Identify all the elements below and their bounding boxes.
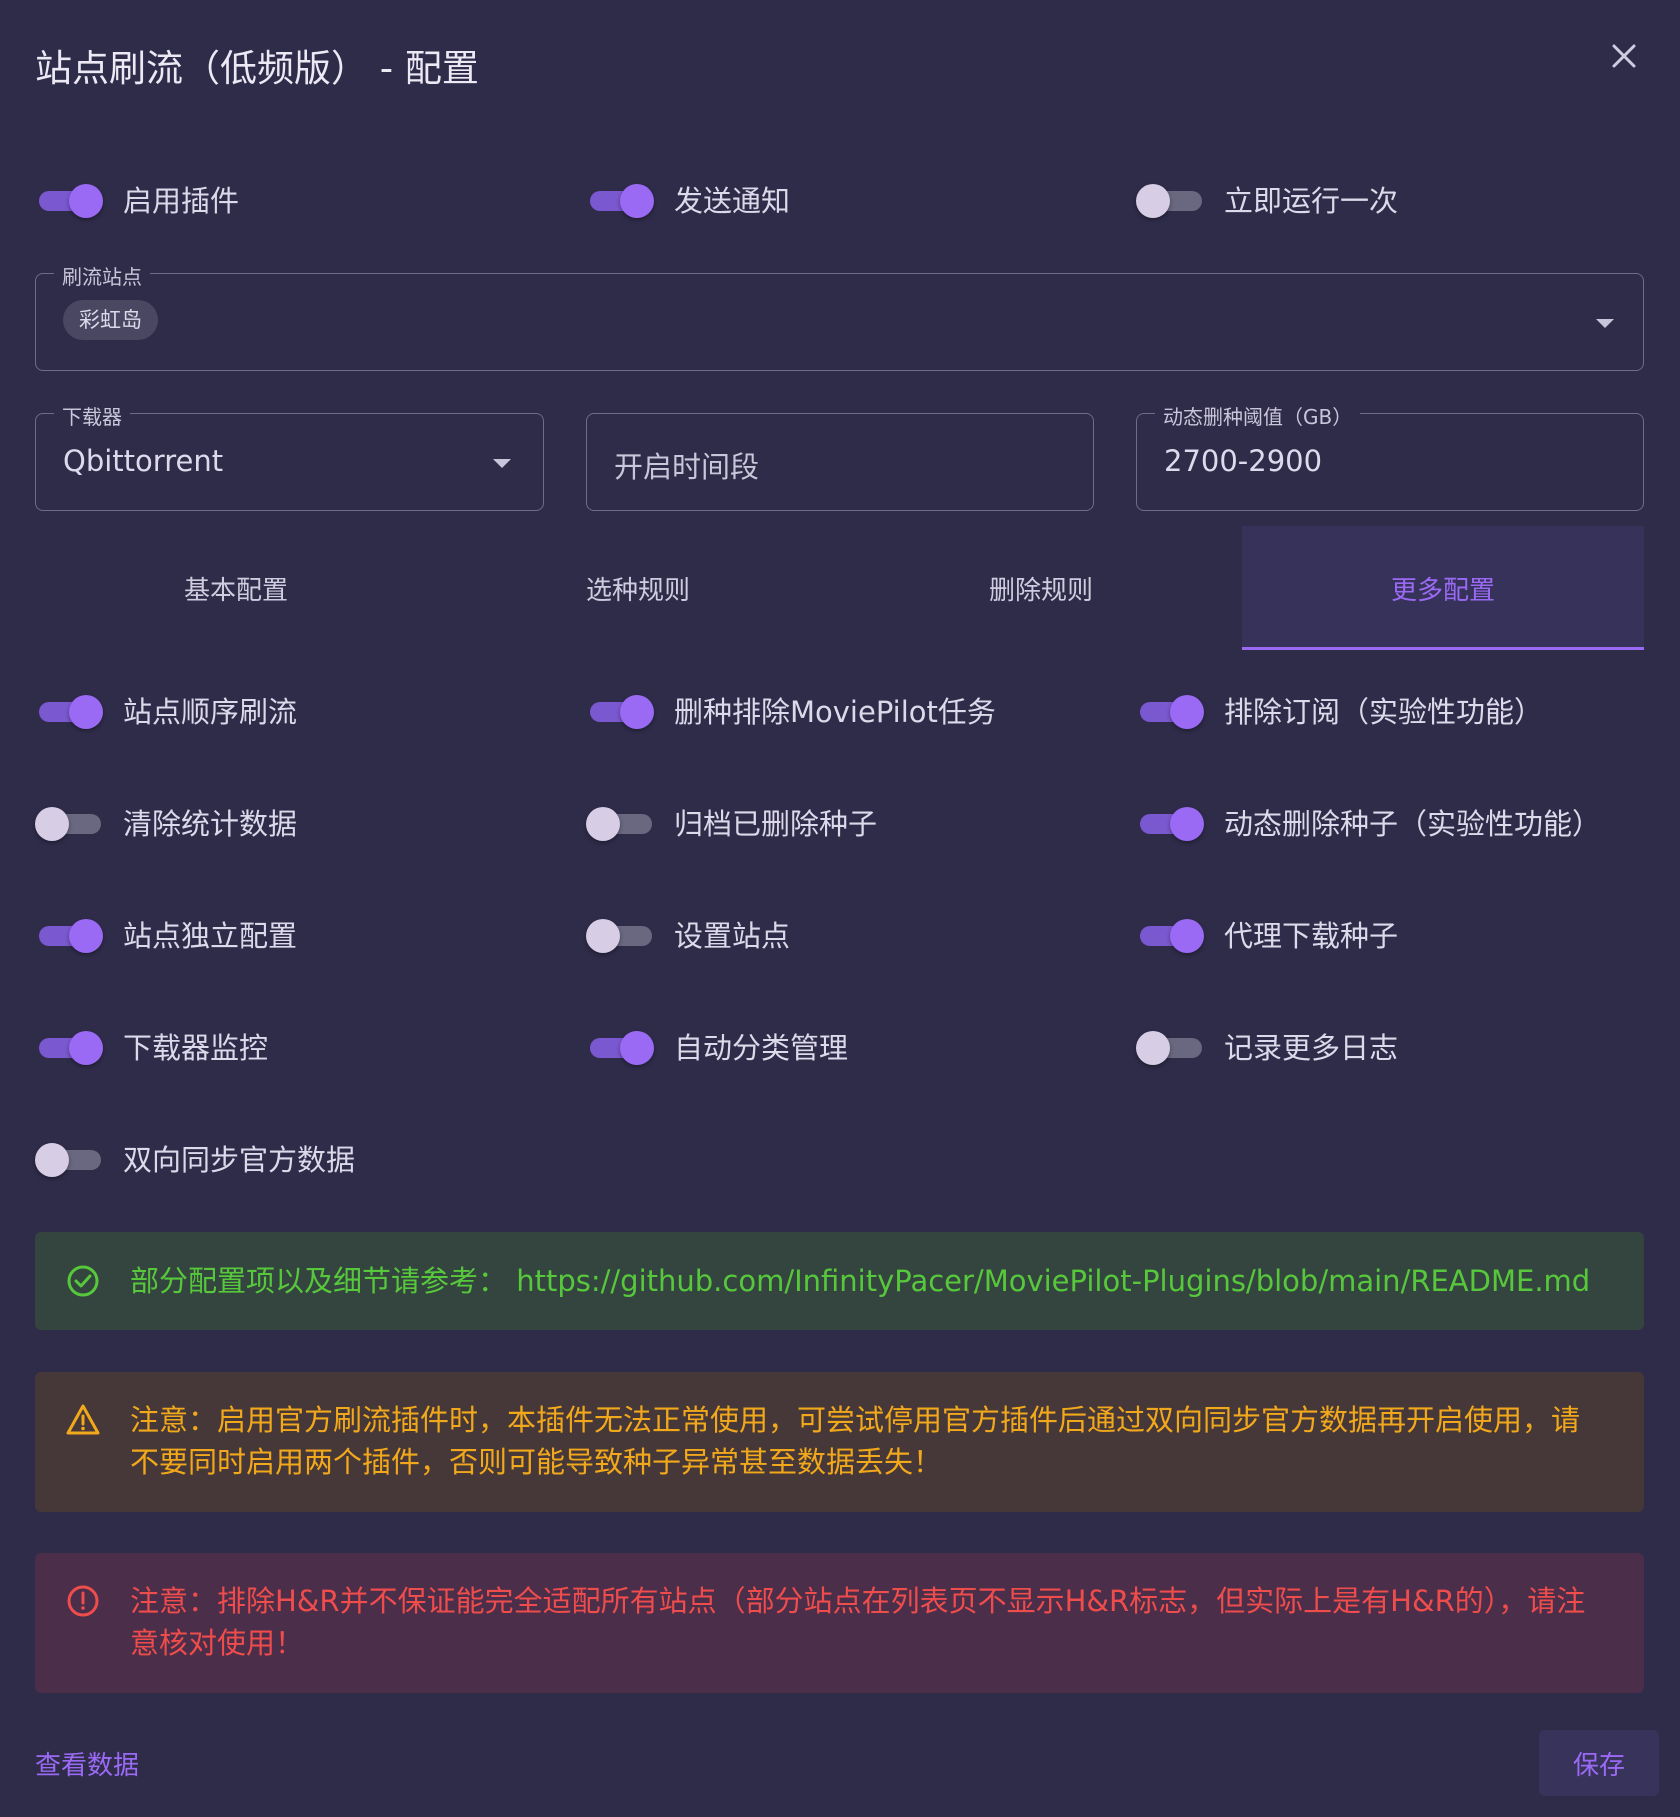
switch-clear-statistics[interactable]: 清除统计数据 (35, 801, 297, 843)
alert-text: 部分配置项以及细节请参考： https://github.com/Infinit… (130, 1264, 1591, 1298)
field-label: 动态删种阈值（GB） (1155, 401, 1361, 430)
time-range-input[interactable]: 开启时间段 (586, 413, 1094, 511)
switch-enable-plugin[interactable]: 启用插件 (35, 178, 239, 220)
switch-label: 下载器监控 (123, 1031, 269, 1065)
switch-site-order-brush[interactable]: 站点顺序刷流 (35, 689, 297, 731)
switch-label: 启用插件 (123, 184, 240, 218)
check-circle-icon (65, 1263, 101, 1299)
toggle-switch[interactable] (586, 1031, 654, 1065)
toggle-switch[interactable] (1136, 1031, 1202, 1065)
delete-threshold-value: 2700-2900 (1164, 444, 1323, 478)
switch-site-independent-config[interactable]: 站点独立配置 (35, 913, 297, 955)
switch-label: 自动分类管理 (674, 1031, 849, 1065)
save-button[interactable]: 保存 (1539, 1730, 1659, 1796)
toggle-switch[interactable] (1136, 184, 1202, 218)
switch-label: 清除统计数据 (123, 807, 298, 841)
error-alert: 注意：排除H&R并不保证能完全适配所有站点（部分站点在列表页不显示H&R标志，但… (35, 1553, 1644, 1693)
switch-set-sites[interactable]: 设置站点 (586, 913, 790, 955)
switch-label: 发送通知 (674, 184, 791, 218)
warning-triangle-icon (65, 1402, 101, 1438)
config-dialog: 站点刷流（低频版） - 配置 启用插件 发送通知 立即运行一次 刷流站点 彩虹岛… (0, 0, 1680, 1817)
switch-label: 站点独立配置 (123, 919, 298, 953)
save-label: 保存 (1572, 1750, 1625, 1781)
switch-two-way-sync[interactable]: 双向同步官方数据 (35, 1137, 355, 1179)
tab-basic-config[interactable]: 基本配置 (35, 526, 437, 650)
site-chip[interactable]: 彩虹岛 (63, 300, 158, 340)
toggle-switch[interactable] (1136, 807, 1204, 841)
switch-label: 删种排除MoviePilot任务 (674, 695, 996, 729)
alert-text: 注意：启用官方刷流插件时，本插件无法正常使用，可尝试停用官方插件后通过双向同步官… (130, 1403, 1581, 1479)
toggle-switch[interactable] (35, 1143, 101, 1177)
switch-label: 立即运行一次 (1224, 184, 1399, 218)
chevron-down-icon (1596, 319, 1614, 328)
tab-label: 基本配置 (183, 575, 288, 606)
error-circle-icon (65, 1583, 101, 1619)
tab-label: 删除规则 (988, 575, 1093, 606)
downloader-value: Qbittorrent (63, 444, 224, 478)
switch-run-once[interactable]: 立即运行一次 (1136, 178, 1398, 220)
switch-exclude-moviepilot-tasks[interactable]: 删种排除MoviePilot任务 (586, 689, 996, 731)
switch-auto-category[interactable]: 自动分类管理 (586, 1025, 848, 1067)
time-range-placeholder: 开启时间段 (614, 450, 760, 484)
tab-label: 更多配置 (1390, 575, 1495, 606)
delete-threshold-input[interactable]: 动态删种阈值（GB） 2700-2900 (1136, 401, 1644, 511)
view-data-link[interactable]: 查看数据 (35, 1745, 139, 1782)
toggle-switch[interactable] (586, 919, 652, 953)
toggle-switch[interactable] (35, 919, 103, 953)
toggle-switch[interactable] (586, 184, 654, 218)
alert-text: 注意：排除H&R并不保证能完全适配所有站点（部分站点在列表页不显示H&R标志，但… (130, 1584, 1586, 1660)
tab-more-config[interactable]: 更多配置 (1242, 526, 1644, 650)
switch-proxy-download[interactable]: 代理下载种子 (1136, 913, 1398, 955)
switch-label: 代理下载种子 (1224, 919, 1399, 953)
close-icon (1612, 44, 1636, 68)
chevron-down-icon (493, 459, 511, 468)
switch-label: 设置站点 (674, 919, 791, 953)
switch-label: 动态删除种子（实验性功能） (1224, 807, 1602, 841)
warning-alert: 注意：启用官方刷流插件时，本插件无法正常使用，可尝试停用官方插件后通过双向同步官… (35, 1372, 1644, 1512)
brush-sites-select[interactable]: 刷流站点 彩虹岛 (35, 261, 1644, 371)
close-button[interactable] (1606, 38, 1642, 74)
toggle-switch[interactable] (1136, 919, 1204, 953)
field-label: 刷流站点 (54, 261, 150, 290)
toggle-switch[interactable] (586, 807, 652, 841)
field-label: 下载器 (54, 401, 130, 430)
info-alert: 部分配置项以及细节请参考： https://github.com/Infinit… (35, 1232, 1644, 1330)
switch-archive-deleted[interactable]: 归档已删除种子 (586, 801, 877, 843)
toggle-switch[interactable] (35, 184, 103, 218)
toggle-switch[interactable] (1136, 695, 1204, 729)
toggle-switch[interactable] (35, 1031, 103, 1065)
switch-exclude-subscriptions[interactable]: 排除订阅（实验性功能） (1136, 689, 1543, 731)
tab-selection-rules[interactable]: 选种规则 (437, 526, 839, 650)
switch-downloader-monitor[interactable]: 下载器监控 (35, 1025, 268, 1067)
tab-delete-rules[interactable]: 删除规则 (840, 526, 1242, 650)
dialog-title: 站点刷流（低频版） - 配置 (35, 47, 479, 90)
switch-label: 记录更多日志 (1224, 1031, 1399, 1065)
toggle-switch[interactable] (35, 695, 103, 729)
switch-label: 双向同步官方数据 (123, 1143, 356, 1177)
switch-send-notification[interactable]: 发送通知 (586, 178, 790, 220)
switch-label: 归档已删除种子 (674, 807, 878, 841)
switch-dynamic-delete[interactable]: 动态删除种子（实验性功能） (1136, 801, 1601, 843)
tab-label: 选种规则 (585, 575, 690, 606)
toggle-switch[interactable] (35, 807, 101, 841)
switch-verbose-log[interactable]: 记录更多日志 (1136, 1025, 1398, 1067)
toggle-switch[interactable] (586, 695, 654, 729)
switch-label: 排除订阅（实验性功能） (1224, 695, 1544, 729)
downloader-select[interactable]: 下载器 Qbittorrent (35, 401, 544, 511)
switch-label: 站点顺序刷流 (123, 695, 298, 729)
